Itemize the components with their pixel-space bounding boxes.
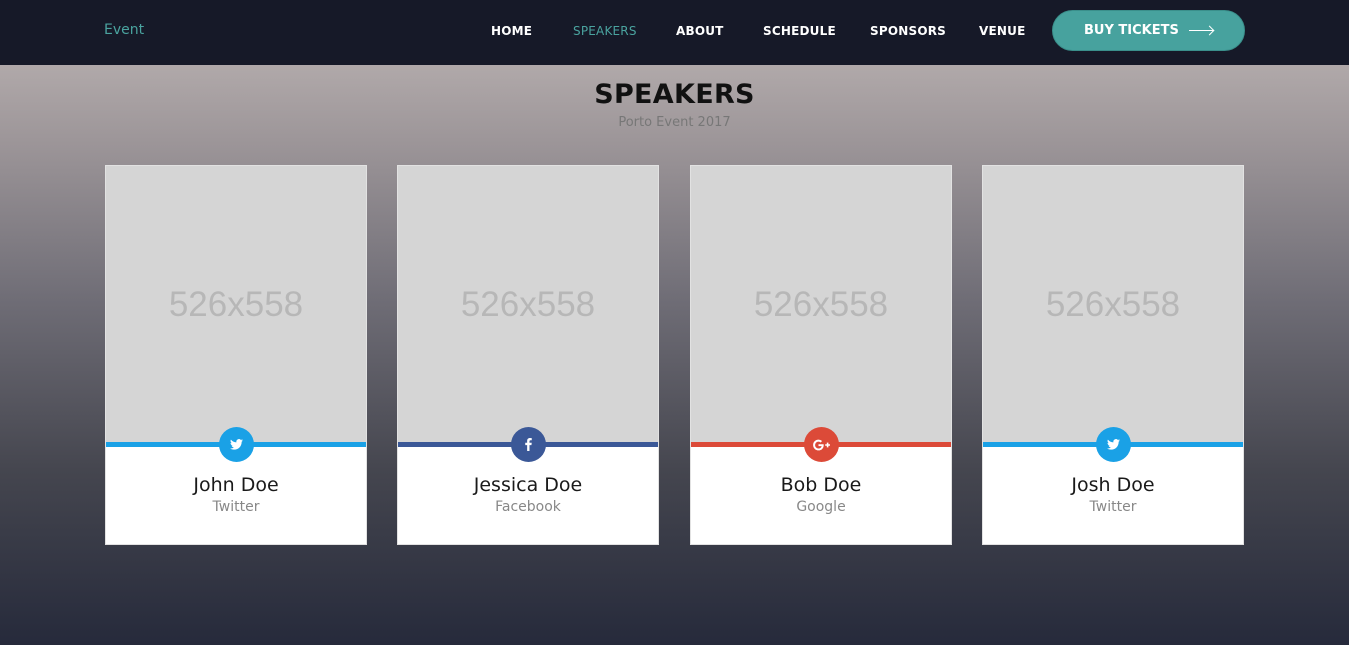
speaker-photo: 526x558 <box>106 166 366 443</box>
nav-sponsors[interactable]: SPONSORS <box>870 24 946 38</box>
speaker-network: Twitter <box>212 499 260 515</box>
speaker-photo: 526x558 <box>691 166 951 443</box>
speaker-name: Jessica Doe <box>473 474 583 496</box>
nav-home[interactable]: HOME <box>491 24 532 38</box>
nav-venue[interactable]: VENUE <box>979 24 1025 38</box>
photo-placeholder-text: 526x558 <box>753 284 889 324</box>
nav-about[interactable]: ABOUT <box>676 24 724 38</box>
speaker-network: Facebook <box>495 499 561 515</box>
speaker-photo: 526x558 <box>398 166 658 443</box>
speaker-network: Twitter <box>1089 499 1137 515</box>
facebook-icon[interactable] <box>511 427 546 462</box>
top-navbar: Event HOME SPEAKERS ABOUT SCHEDULE SPONS… <box>0 0 1349 65</box>
buy-tickets-button[interactable]: BUY TICKETS <box>1052 10 1245 51</box>
speaker-name: John Doe <box>193 474 279 496</box>
speaker-photo: 526x558 <box>983 166 1243 443</box>
photo-placeholder-text: 526x558 <box>168 284 304 324</box>
speaker-network: Google <box>796 499 846 515</box>
twitter-icon[interactable] <box>1096 427 1131 462</box>
arrow-right-icon <box>1189 30 1213 31</box>
speaker-card: 526x558 Josh Doe Twitter <box>982 165 1244 545</box>
speaker-name: Josh Doe <box>1071 474 1155 496</box>
buy-tickets-label: BUY TICKETS <box>1084 23 1179 38</box>
speaker-card: 526x558 John Doe Twitter <box>105 165 367 545</box>
photo-placeholder-text: 526x558 <box>460 284 596 324</box>
nav-schedule[interactable]: SCHEDULE <box>763 24 836 38</box>
speaker-card: 526x558 Jessica Doe Facebook <box>397 165 659 545</box>
photo-placeholder-text: 526x558 <box>1045 284 1181 324</box>
speaker-name: Bob Doe <box>780 474 862 496</box>
google-plus-icon[interactable] <box>804 427 839 462</box>
speaker-card: 526x558 Bob Doe Google <box>690 165 952 545</box>
nav-speakers[interactable]: SPEAKERS <box>573 24 637 38</box>
section-title: SPEAKERS <box>594 79 755 110</box>
twitter-icon[interactable] <box>219 427 254 462</box>
section-subtitle: Porto Event 2017 <box>618 115 731 130</box>
